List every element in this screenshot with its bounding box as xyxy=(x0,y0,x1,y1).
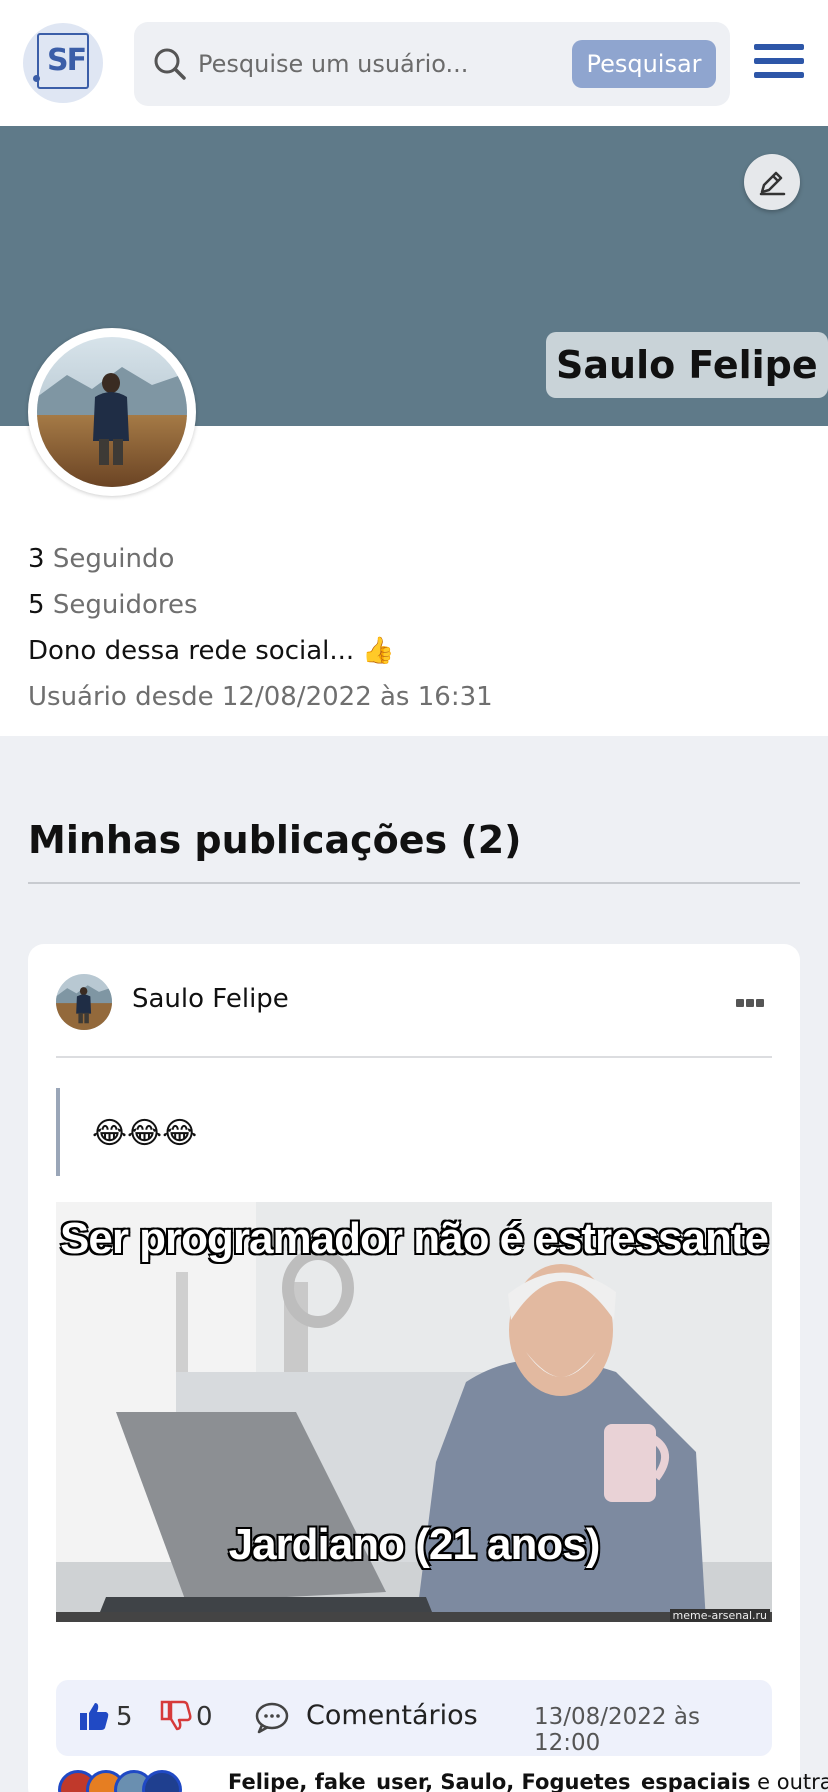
logo-dot xyxy=(33,75,40,82)
meme-top-caption: Ser programador não é estressante xyxy=(60,1214,769,1263)
liked-by-row[interactable]: Felipe, fake_user, Saulo, Foguetes_espac… xyxy=(58,1770,828,1792)
comment-bubble-icon[interactable] xyxy=(254,1700,290,1734)
thumbs-up-icon[interactable] xyxy=(78,1700,110,1732)
dislike-count: 0 xyxy=(196,1702,213,1732)
liked-by-names: Felipe, fake_user, Saulo, Foguetes_espac… xyxy=(228,1770,751,1792)
followers-label: Seguidores xyxy=(52,590,198,620)
liked-by-text: Felipe, fake_user, Saulo, Foguetes_espac… xyxy=(228,1770,828,1792)
post-text: 😂😂😂 xyxy=(92,1116,198,1151)
more-options-icon[interactable] xyxy=(736,992,766,1007)
post-actions-bar: 5 0 Comentários 13/08/2022 às 12:00 xyxy=(56,1680,772,1756)
post-divider xyxy=(56,1056,772,1058)
search-button[interactable]: Pesquisar xyxy=(572,40,716,88)
post-date: 13/08/2022 às 12:00 xyxy=(534,1704,700,1756)
edit-profile-button[interactable] xyxy=(744,154,800,210)
post-card: Saulo Felipe 😂😂😂 Ser programador não é e… xyxy=(28,944,828,1792)
profile-bio: Dono dessa rede social... 👍 xyxy=(28,636,395,666)
app-logo[interactable]: SF xyxy=(23,23,103,103)
publications-title: Minhas publicações (2) xyxy=(28,818,522,862)
top-navigation-bar: SF Pesquisar xyxy=(0,0,828,126)
search-icon xyxy=(154,48,186,80)
liker-avatar xyxy=(142,1770,182,1792)
section-divider xyxy=(28,882,800,884)
comments-button[interactable]: Comentários xyxy=(306,1700,478,1731)
thumbs-down-icon[interactable] xyxy=(160,1700,192,1732)
following-count: 3 xyxy=(28,544,45,574)
following-stat[interactable]: 3 Seguindo xyxy=(28,536,493,582)
pencil-edit-icon xyxy=(759,171,786,196)
post-author-avatar[interactable] xyxy=(56,974,112,1030)
following-label: Seguindo xyxy=(52,544,175,574)
search-bar: Pesquisar xyxy=(134,22,730,106)
logo-text: SF xyxy=(47,43,87,78)
meme-watermark: meme-arsenal.ru xyxy=(669,1609,770,1622)
hamburger-menu-icon[interactable] xyxy=(754,44,804,84)
search-input[interactable] xyxy=(198,42,568,86)
like-count: 5 xyxy=(116,1702,133,1732)
post-text-block: 😂😂😂 xyxy=(56,1088,772,1176)
followers-stat[interactable]: 5 Seguidores xyxy=(28,582,493,628)
profile-avatar[interactable] xyxy=(28,328,196,496)
avatar-photo xyxy=(56,974,112,1030)
member-since: Usuário desde 12/08/2022 às 16:31 xyxy=(28,682,493,712)
avatar-photo xyxy=(37,337,187,487)
liked-by-suffix: e outras 1 xyxy=(757,1770,828,1792)
profile-name: Saulo Felipe xyxy=(546,332,828,398)
meme-bottom-caption: Jardiano (21 anos) xyxy=(228,1520,601,1569)
post-image[interactable]: Ser programador não é estressante Jardia… xyxy=(56,1202,772,1622)
post-author-name[interactable]: Saulo Felipe xyxy=(132,984,289,1014)
followers-count: 5 xyxy=(28,590,45,620)
